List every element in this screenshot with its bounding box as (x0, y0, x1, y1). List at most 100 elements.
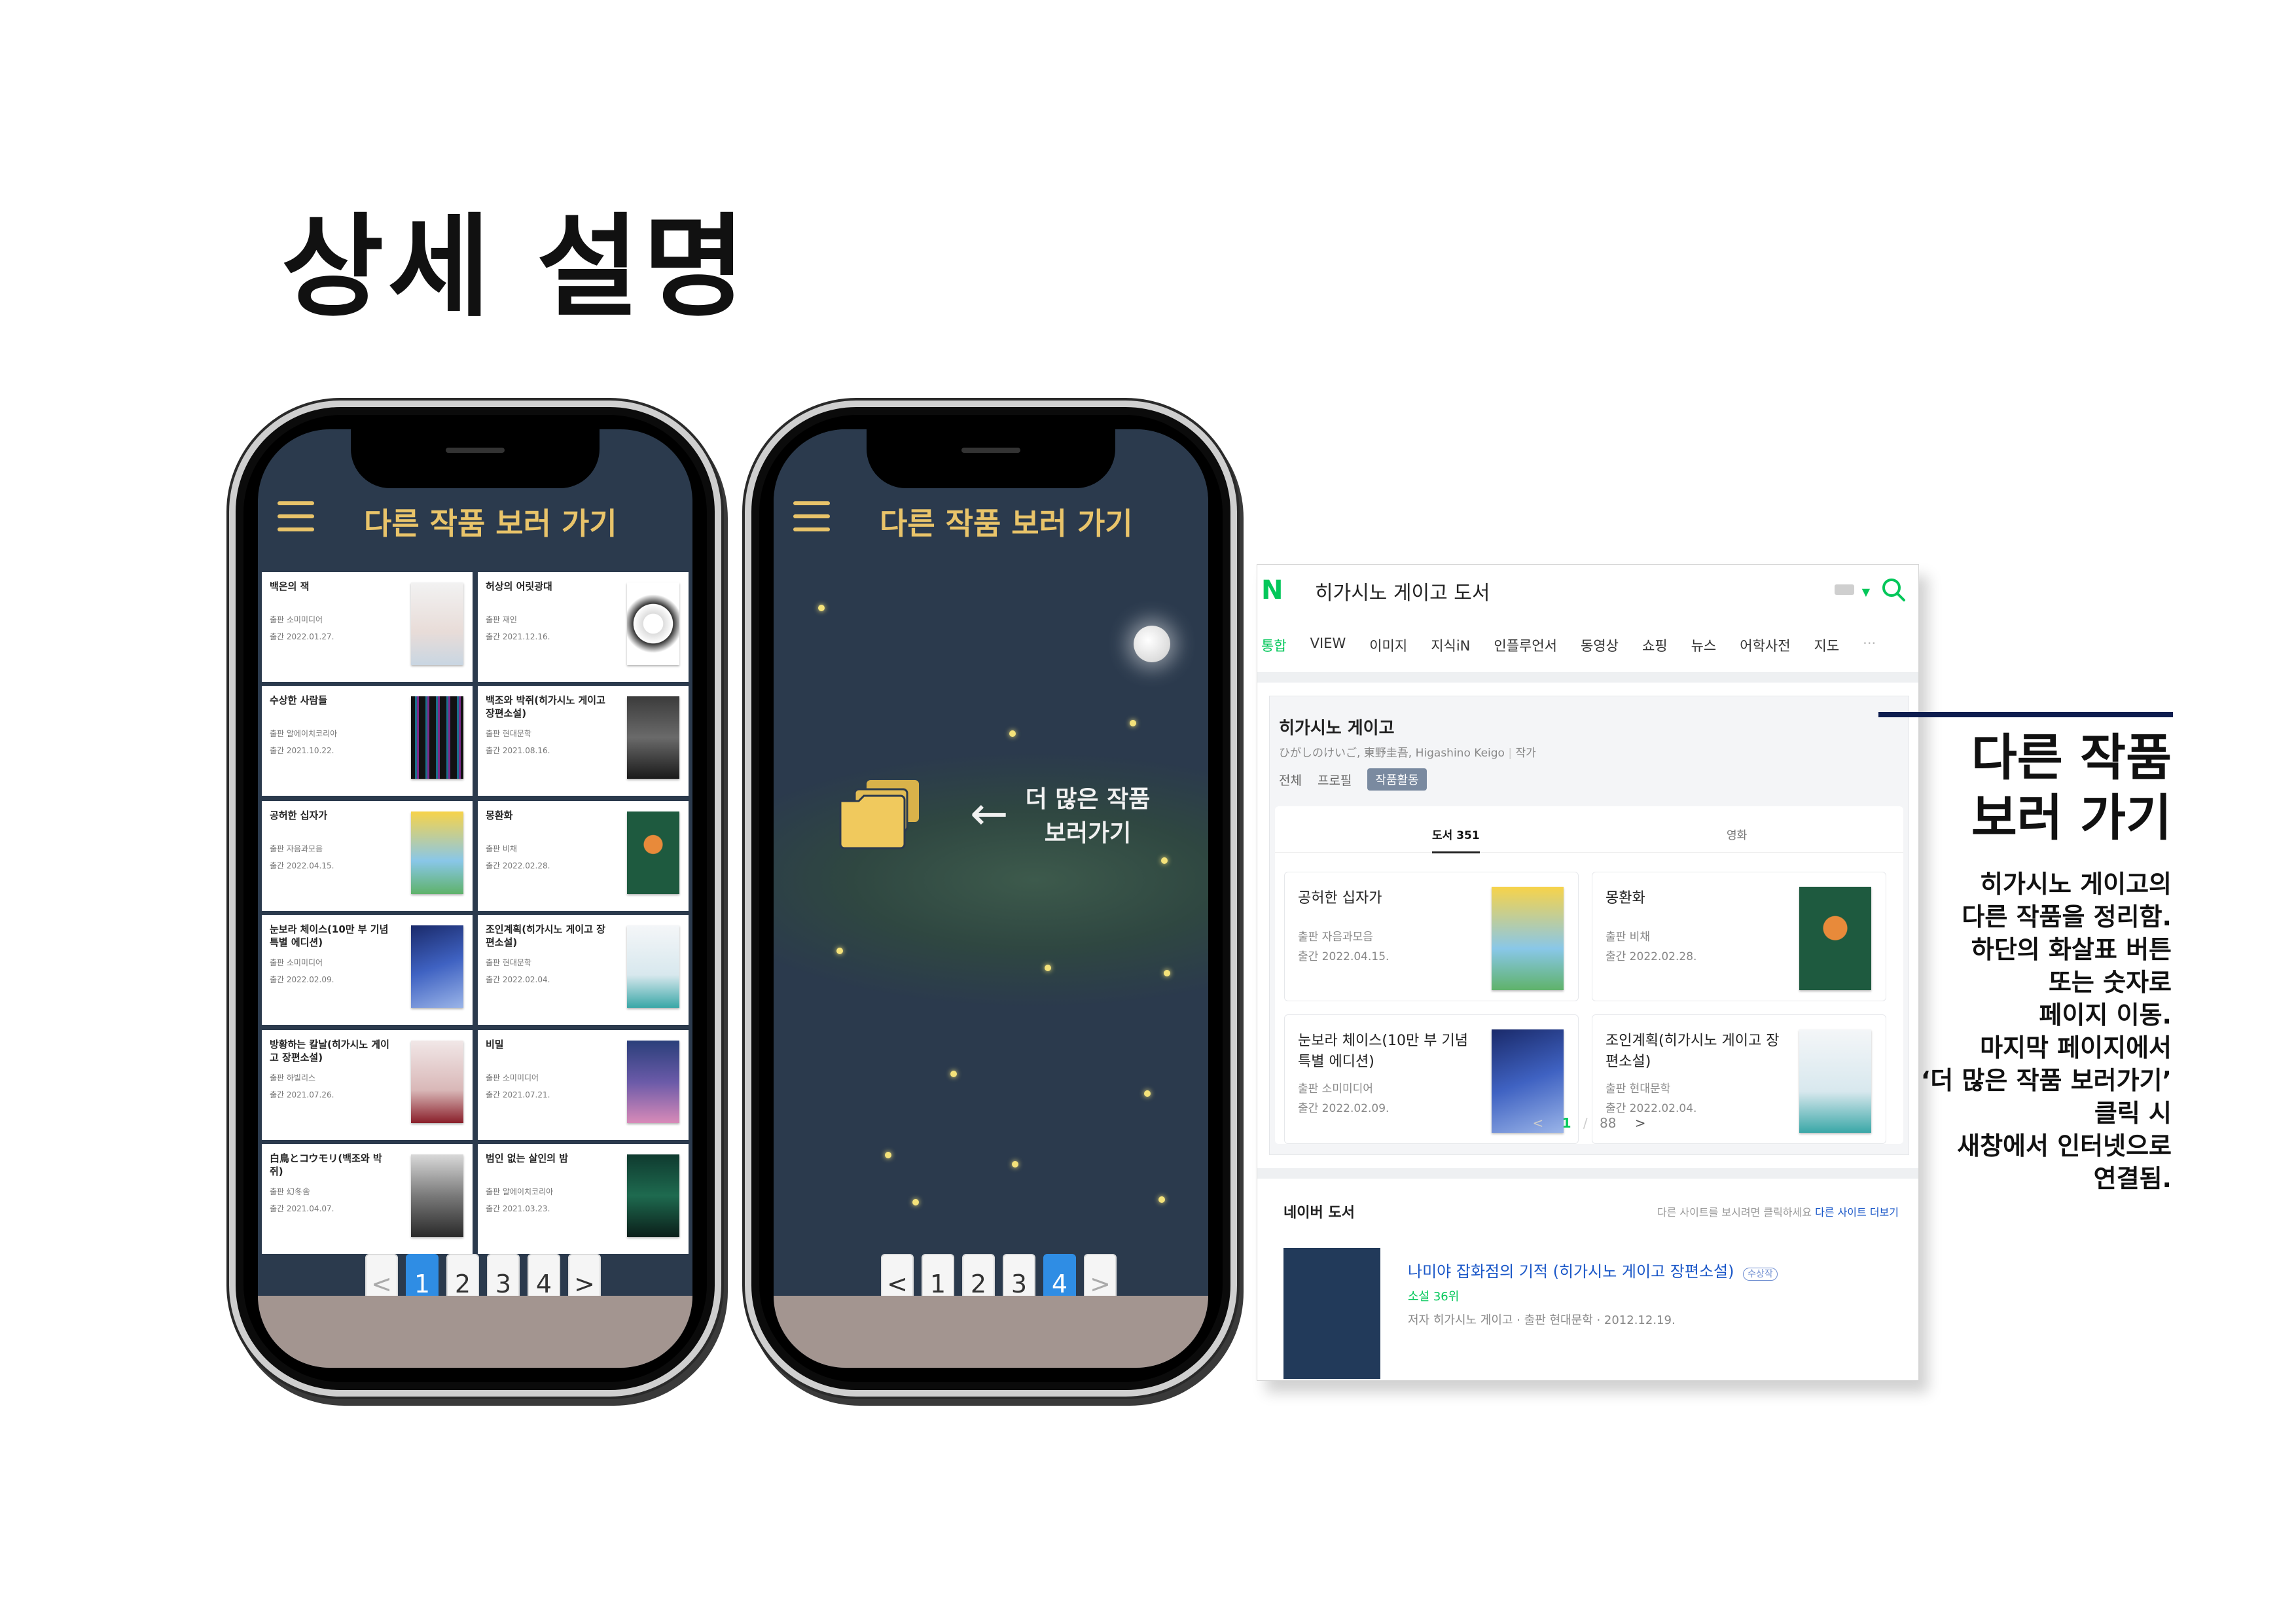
folder-stack-icon[interactable] (838, 779, 923, 851)
book-card[interactable]: 백은의 잭 출판 소미미디어 출간 2022.01.27. (262, 572, 473, 682)
tab-dictionary[interactable]: 어학사전 (1740, 635, 1790, 655)
book-date: 출간 2022.02.28. (1605, 950, 1697, 963)
menu-icon[interactable] (278, 501, 314, 531)
book-card[interactable]: 수상한 사람들 출판 알에이치코리아 출간 2021.10.22. (262, 686, 473, 796)
book-grid: 백은의 잭 출판 소미미디어 출간 2022.01.27. 허상의 어릿광대 출판… (262, 572, 689, 1254)
author-aliases: ひがしのけいご, 東野圭吾, Higashino Keigo (1279, 747, 1505, 760)
book-cover (1492, 887, 1564, 990)
book-card[interactable]: 白鳥とコウモリ(백조와 박쥐) 출판 幻冬舎 출간 2021.04.07. (262, 1144, 473, 1254)
book-title: 조인계획(히가시노 게이고 장편소설) (486, 923, 605, 948)
book-date: 출간 2022.04.15. (1298, 950, 1390, 963)
app-header: 다른 작품 보러 가기 (258, 475, 692, 573)
keyboard-icon[interactable] (1835, 584, 1854, 595)
more-tabs-icon[interactable]: ··· (1863, 635, 1876, 655)
search-tabs: 통합 VIEW 이미지 지식iN 인플루언서 동영상 쇼핑 뉴스 어학사전 지도… (1261, 635, 1914, 655)
book-cover (411, 1154, 463, 1237)
book-cover (627, 582, 679, 665)
book-card[interactable]: 몽환화 출판 비채 출간 2022.02.28. (1592, 872, 1886, 1001)
phone-mockup-more-works: 다른 작품 보러 가기 ← 더 많은 작품 보러가기 < 1 2 3 4 > (745, 401, 1237, 1397)
author-tab-all[interactable]: 전체 (1279, 771, 1302, 789)
tab-influencer[interactable]: 인플루언서 (1494, 635, 1557, 655)
book-card[interactable]: 조인계획(히가시노 게이고 장편소설) 출판 현대문학 출간 2022.02.04… (478, 915, 689, 1025)
book-card[interactable]: 눈보라 체이스(10만 부 기념 특별 에디션) 출판 소미미디어 출간 2022… (262, 915, 473, 1025)
book-card[interactable]: 몽환화 출판 비채 출간 2022.02.28. (478, 801, 689, 911)
result-book-title[interactable]: 나미야 잡화점의 기적 (히가시노 게이고 장편소설) (1408, 1262, 1734, 1281)
book-date: 출간 2021.07.26. (270, 1090, 334, 1099)
works-panel: 도서 351 영화 공허한 십자가 출판 자음과모음 출간 2022.04.15… (1275, 806, 1903, 1144)
book-card[interactable]: 공허한 십자가 출판 자음과모음 출간 2022.04.15. (1284, 872, 1579, 1001)
result-book-cover[interactable] (1283, 1248, 1380, 1379)
author-tab-profile[interactable]: 프로필 (1318, 771, 1352, 789)
book-date: 출간 2021.08.16. (486, 746, 550, 755)
book-card[interactable]: 비밀 출판 소미미디어 출간 2021.07.21. (478, 1030, 689, 1140)
caption-title-line2: 보러 가기 (1971, 789, 2172, 847)
book-date: 출간 2021.03.23. (486, 1204, 550, 1213)
book-card[interactable]: 방황하는 칼날(히가시노 게이고 장편소설) 출판 하빌리스 출간 2021.07… (262, 1030, 473, 1140)
book-cover (411, 582, 463, 665)
book-date: 출간 2022.02.28. (486, 861, 550, 870)
tab-video[interactable]: 동영상 (1581, 635, 1619, 655)
star-icon (1158, 1196, 1165, 1203)
book-card[interactable]: 허상의 어릿광대 출판 재인 출간 2021.12.16. (478, 572, 689, 682)
naver-logo[interactable]: N (1261, 575, 1287, 605)
tab-shopping[interactable]: 쇼핑 (1642, 635, 1668, 655)
book-publisher: 출판 幻冬舎 (270, 1187, 310, 1196)
app-header: 다른 작품 보러 가기 (774, 475, 1208, 573)
author-profile-card: 히가시노 게이고 ひがしのけいご, 東野圭吾, Higashino Keigo … (1269, 696, 1909, 1155)
other-sites-link[interactable]: 다른 사이트 더보기 (1815, 1206, 1899, 1219)
more-works-link[interactable]: 더 많은 작품 보러가기 (1022, 783, 1153, 851)
menu-icon[interactable] (793, 501, 830, 531)
book-title: 白鳥とコウモリ(백조와 박쥐) (270, 1152, 382, 1177)
book-date: 출간 2021.07.21. (486, 1090, 550, 1099)
book-cover (627, 812, 679, 894)
search-icon[interactable] (1880, 577, 1907, 603)
star-icon (1130, 720, 1136, 726)
author-tab-works[interactable]: 작품활동 (1367, 768, 1427, 791)
tab-map[interactable]: 지도 (1814, 635, 1840, 655)
book-cover (411, 1041, 463, 1123)
caption-divider (1878, 712, 2173, 717)
caption-body: 히가시노 게이고의 다른 작품을 정리함. 하단의 화살표 버튼 또는 숫자로 … (1920, 870, 2172, 1193)
chevron-right-icon[interactable]: > (1635, 1115, 1646, 1131)
star-icon (818, 605, 825, 611)
book-publisher: 출판 비채 (486, 844, 517, 853)
star-icon (1144, 1090, 1151, 1097)
book-cover (627, 925, 679, 1008)
works-pagination: < 1 / 88 > (1275, 1115, 1903, 1131)
app-header-title: 다른 작품 보러 가기 (364, 506, 617, 541)
book-card[interactable]: 범인 없는 살인의 밤 출판 알에이치코리아 출간 2021.03.23. (478, 1144, 689, 1254)
result-rank: 소설 36위 (1408, 1290, 1460, 1304)
subtab-books[interactable]: 도서 351 (1432, 826, 1480, 853)
subtab-movies[interactable]: 영화 (1727, 826, 1747, 842)
book-title: 조인계획(히가시노 게이고 장편소설) (1605, 1033, 1780, 1070)
book-cover (411, 812, 463, 894)
tab-knowledge-in[interactable]: 지식iN (1431, 635, 1470, 655)
book-date: 출간 2021.04.07. (270, 1204, 334, 1213)
dropdown-caret-icon[interactable]: ▼ (1862, 586, 1870, 598)
book-card[interactable]: 공허한 십자가 출판 자음과모음 출간 2022.04.15. (262, 801, 473, 911)
book-card[interactable]: 백조와 박쥐(히가시노 게이고 장편소설) 출판 현대문학 출간 2021.08.… (478, 686, 689, 796)
tab-view[interactable]: VIEW (1310, 635, 1346, 655)
book-publisher: 출판 현대문학 (1605, 1082, 1671, 1096)
author-name[interactable]: 히가시노 게이고 (1279, 715, 1395, 739)
book-title: 공허한 십자가 (270, 810, 328, 821)
more-works-line2: 보러가기 (1044, 820, 1132, 847)
caption-title-line1: 다른 작품 (1971, 728, 2172, 787)
book-date: 출간 2022.02.09. (270, 975, 334, 984)
tab-images[interactable]: 이미지 (1369, 635, 1407, 655)
book-publisher: 출판 자음과모음 (270, 844, 323, 853)
result-meta: 저자 히가시노 게이고 · 출판 현대문학 · 2012.12.19. (1408, 1313, 1676, 1327)
current-page: 1 (1562, 1115, 1571, 1131)
search-input[interactable]: 히가시노 게이고 도서 (1315, 577, 1490, 605)
book-cover (627, 1154, 679, 1237)
section-title: 네이버 도서 (1283, 1205, 1355, 1221)
star-icon (1009, 730, 1016, 737)
award-badge: 수상작 (1743, 1268, 1778, 1281)
phone-mockup-book-list: 다른 작품 보러 가기 백은의 잭 출판 소미미디어 출간 2022.01.27.… (229, 401, 721, 1397)
tab-integrated[interactable]: 통합 (1261, 635, 1287, 655)
chevron-left-icon[interactable]: < (1532, 1115, 1543, 1131)
author-tabs: 전체 프로필 작품활동 (1279, 768, 1427, 791)
tab-news[interactable]: 뉴스 (1691, 635, 1717, 655)
app-header-title: 다른 작품 보러 가기 (880, 506, 1133, 541)
star-icon (1164, 970, 1170, 976)
